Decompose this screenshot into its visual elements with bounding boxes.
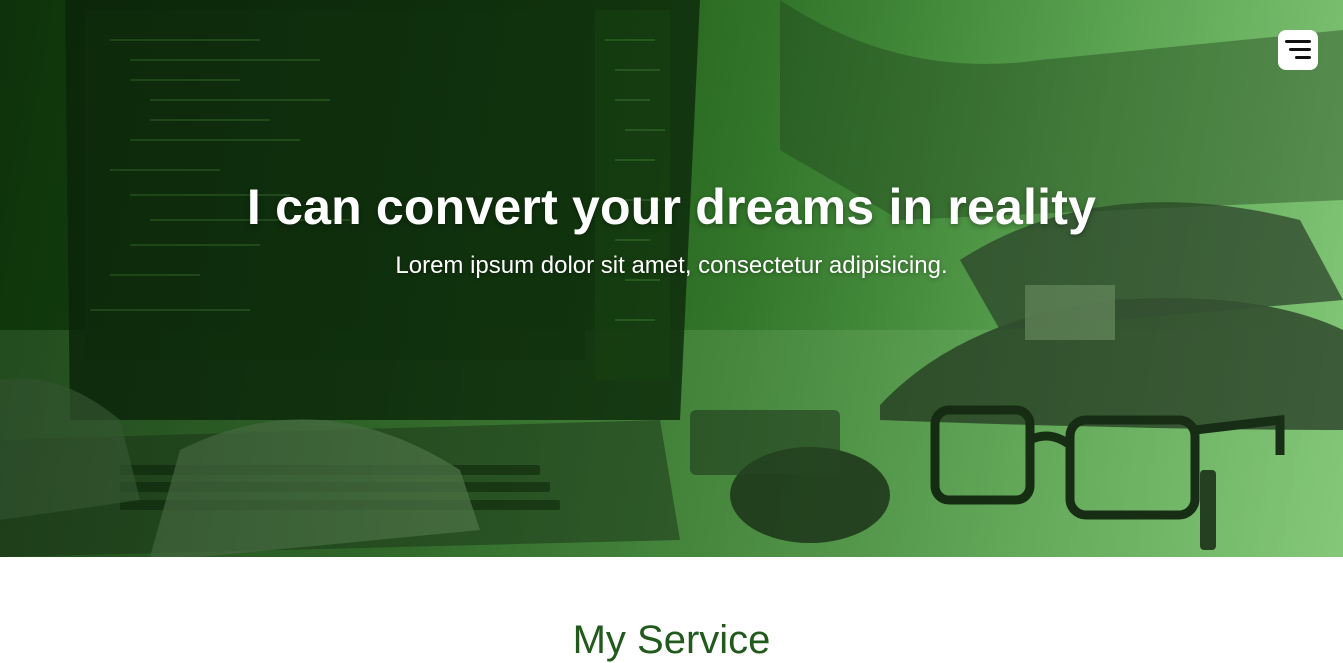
hamburger-menu-icon-line bbox=[1295, 56, 1311, 59]
hero-subtitle: Lorem ipsum dolor sit amet, consectetur … bbox=[395, 252, 948, 279]
menu-button[interactable] bbox=[1278, 30, 1318, 70]
hero-section: I can convert your dreams in reality Lor… bbox=[0, 0, 1343, 557]
services-heading: My Service bbox=[572, 618, 771, 662]
hamburger-menu-icon bbox=[1285, 40, 1311, 43]
hero-title: I can convert your dreams in reality bbox=[246, 179, 1097, 235]
hamburger-menu-icon-line bbox=[1289, 48, 1311, 51]
